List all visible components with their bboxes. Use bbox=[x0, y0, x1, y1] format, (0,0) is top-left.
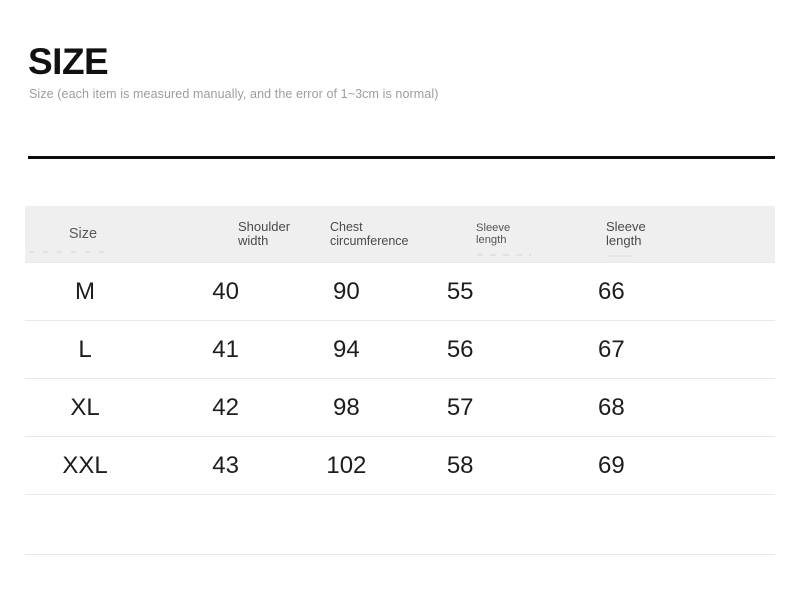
cell-sleeve-b: 66 bbox=[597, 277, 625, 305]
column-header-size: Size bbox=[25, 226, 183, 253]
cell-size: M bbox=[75, 277, 96, 305]
table-row: XXL 43 102 58 69 bbox=[25, 436, 775, 494]
page-title: SIZE bbox=[28, 41, 109, 82]
column-header-shoulder-width: Shoulder width bbox=[183, 220, 308, 248]
cell-sleeve-a: 56 bbox=[446, 335, 474, 363]
column-header-sleeve-length-a: Sleeve length bbox=[443, 221, 568, 256]
cell-shoulder: 40 bbox=[212, 277, 239, 305]
size-chart-page: SIZE Size (each item is measured manuall… bbox=[0, 0, 800, 614]
erased-text-artifact-size bbox=[29, 251, 105, 253]
cell-sleeve-b: 68 bbox=[597, 393, 625, 421]
column-header-shoulder-line1: Shoulder bbox=[238, 219, 291, 234]
column-header-shoulder-line2: width bbox=[238, 233, 269, 248]
cell-size: XL bbox=[70, 393, 100, 421]
table-row: M 40 90 55 66 bbox=[25, 262, 775, 320]
column-header-sleeve-a-line2: length bbox=[476, 234, 507, 246]
cell-chest: 94 bbox=[333, 335, 360, 363]
cell-chest: 98 bbox=[333, 393, 360, 421]
table-row: L 41 94 56 67 bbox=[25, 320, 775, 378]
cell-size: L bbox=[78, 335, 92, 363]
cell-sleeve-a: 55 bbox=[446, 277, 474, 305]
cell-shoulder: 41 bbox=[212, 335, 239, 363]
erased-text-artifact-sleeve-a bbox=[477, 253, 531, 256]
cell-shoulder: 43 bbox=[212, 451, 239, 479]
cell-sleeve-a: 58 bbox=[446, 451, 474, 479]
column-header-size-label: Size bbox=[68, 226, 98, 242]
heading-block: SIZE Size (each item is measured manuall… bbox=[28, 42, 768, 102]
table-row: XL 42 98 57 68 bbox=[25, 378, 775, 436]
column-header-sleeve-b-line1: Sleeve bbox=[606, 219, 646, 234]
column-header-sleeve-length-b: Sleeve length bbox=[568, 219, 775, 257]
column-header-chest-line1: Chest bbox=[330, 220, 363, 234]
column-header-chest-circumference: Chest circumference bbox=[308, 220, 443, 248]
column-header-chest-line2: circumference bbox=[330, 234, 409, 248]
table-row-empty bbox=[25, 554, 775, 614]
cell-chest: 102 bbox=[326, 451, 367, 479]
cell-sleeve-b: 69 bbox=[597, 451, 625, 479]
page-subtitle: Size (each item is measured manually, an… bbox=[29, 87, 439, 101]
cell-chest: 90 bbox=[333, 277, 360, 305]
heading-divider-rule bbox=[28, 156, 775, 159]
cell-sleeve-a: 57 bbox=[446, 393, 474, 421]
size-table: Size Shoulder width Chest circumference … bbox=[25, 206, 775, 614]
column-header-sleeve-a-line1: Sleeve bbox=[476, 221, 511, 234]
table-header-row: Size Shoulder width Chest circumference … bbox=[25, 206, 775, 262]
cell-size: XXL bbox=[62, 451, 108, 479]
cell-shoulder: 42 bbox=[212, 393, 239, 421]
erased-text-artifact-sleeve-b bbox=[607, 255, 633, 257]
column-header-sleeve-b-line2: length bbox=[606, 233, 642, 248]
cell-sleeve-b: 67 bbox=[597, 335, 625, 363]
table-row-empty bbox=[25, 494, 775, 554]
